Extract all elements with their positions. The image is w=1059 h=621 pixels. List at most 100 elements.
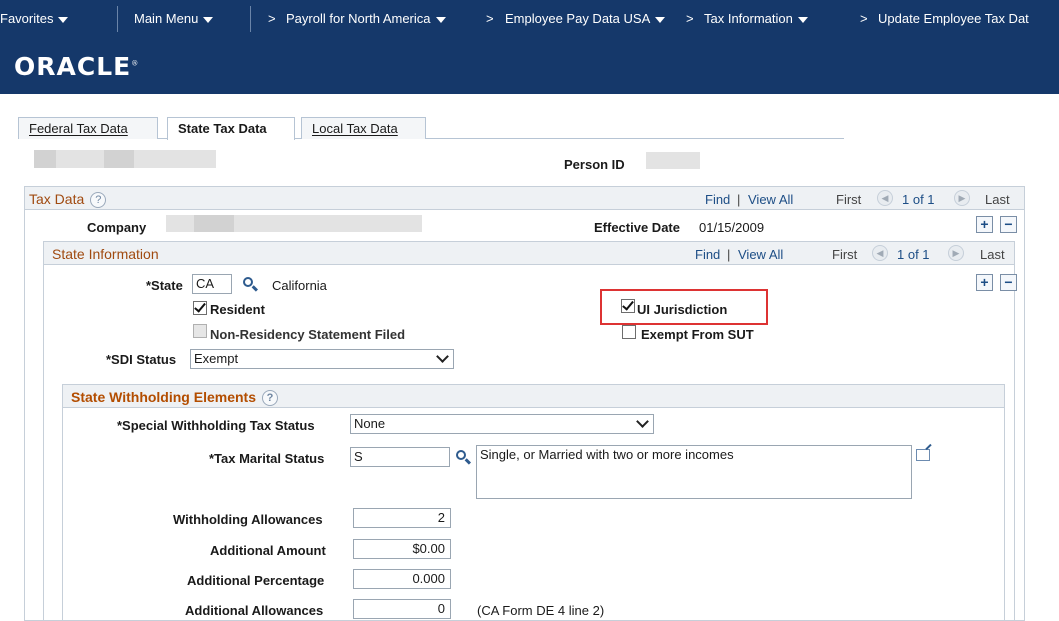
view-all-link[interactable]: View All — [748, 192, 793, 207]
sdi-status-value: Exempt — [194, 351, 239, 366]
previous-icon[interactable]: ◀ — [877, 190, 893, 206]
special-withholding-select[interactable]: None — [350, 414, 654, 434]
nav-divider — [117, 6, 118, 32]
person-id-label: Person ID — [564, 157, 625, 172]
non-residency-checkbox[interactable] — [193, 324, 207, 338]
tab-federal-tax-data[interactable]: Federal Tax Data — [18, 117, 158, 139]
tax-marital-description: Single, or Married with two or more inco… — [476, 445, 912, 499]
pipe-divider: | — [727, 247, 731, 262]
delete-row-button[interactable]: − — [1000, 274, 1017, 291]
additional-allowances-input[interactable]: 0 — [353, 599, 451, 619]
nav-divider — [250, 6, 251, 32]
effective-date-value: 01/15/2009 — [699, 220, 765, 235]
chevron-down-icon — [636, 415, 649, 428]
state-info-title: State Information — [52, 246, 159, 262]
chevron-down-icon — [58, 16, 69, 23]
pager-count: 1 of 1 — [902, 192, 935, 207]
chevron-right-icon: > — [268, 11, 276, 26]
breadcrumb-tax-info[interactable]: Tax Information — [704, 11, 808, 26]
state-description: California — [272, 278, 327, 293]
effective-date-label: Effective Date — [594, 220, 680, 235]
help-icon[interactable]: ? — [90, 192, 107, 209]
additional-percentage-input[interactable]: 0.000 — [353, 569, 451, 589]
tab-local-tax-data[interactable]: Local Tax Data — [301, 117, 426, 139]
chevron-down-icon — [655, 16, 666, 23]
person-id-redacted — [646, 152, 700, 169]
first-label[interactable]: First — [836, 192, 861, 207]
tax-marital-input[interactable]: S — [350, 447, 450, 467]
special-withholding-label: *Special Withholding Tax Status — [117, 418, 315, 433]
state-info-header: State Information Find | View All First … — [43, 241, 1015, 265]
favorites-label: Favorites — [0, 11, 54, 26]
tab-label: State Tax Data — [178, 121, 267, 136]
breadcrumb-label: Employee Pay Data USA — [505, 11, 651, 26]
main-menu[interactable]: Main Menu — [134, 11, 214, 26]
brand-bar: ORACLE® — [0, 38, 1059, 94]
special-withholding-value: None — [354, 416, 386, 431]
additional-allowances-label: Additional Allowances — [185, 603, 324, 618]
state-label: *State — [146, 278, 183, 293]
sdi-status-label: *SDI Status — [106, 352, 177, 367]
resident-label: Resident — [210, 302, 265, 317]
tax-data-header: Tax Data? Find | View All First ◀ 1 of 1… — [24, 186, 1025, 210]
breadcrumb-employee-pay[interactable]: Employee Pay Data USA — [505, 11, 666, 26]
main-menu-label: Main Menu — [134, 11, 199, 26]
additional-amount-input[interactable]: $0.00 — [353, 539, 451, 559]
delete-row-button[interactable]: − — [1000, 216, 1017, 233]
add-row-button[interactable]: + — [976, 216, 993, 233]
company-label: Company — [87, 220, 147, 235]
chevron-down-icon — [436, 350, 449, 363]
state-input[interactable]: CA — [192, 274, 232, 294]
ui-jurisdiction-checkbox[interactable] — [621, 298, 635, 313]
find-link[interactable]: Find — [705, 192, 730, 207]
chevron-right-icon: > — [686, 11, 694, 26]
chevron-right-icon: > — [486, 11, 494, 26]
withholding-allowances-input[interactable]: 2 — [353, 508, 451, 528]
employee-name-redacted — [34, 150, 56, 168]
tax-marital-label: *Tax Marital Status — [209, 451, 325, 466]
withholding-title: State Withholding Elements? — [71, 389, 278, 407]
tab-state-tax-data[interactable]: State Tax Data — [167, 117, 295, 140]
previous-icon[interactable]: ◀ — [872, 245, 888, 261]
search-icon[interactable] — [455, 449, 472, 465]
first-label[interactable]: First — [832, 247, 857, 262]
pager-count: 1 of 1 — [897, 247, 930, 262]
withholding-header: State Withholding Elements? — [62, 384, 1005, 408]
find-link[interactable]: Find — [695, 247, 720, 262]
additional-allowances-note: (CA Form DE 4 line 2) — [477, 603, 605, 618]
withholding-allowances-label: Withholding Allowances — [173, 512, 323, 527]
chevron-down-icon — [797, 16, 808, 23]
employee-name-redacted — [104, 150, 134, 168]
breadcrumb-label: Tax Information — [704, 11, 793, 26]
exempt-sut-checkbox[interactable] — [622, 325, 636, 339]
oracle-logo: ORACLE® — [14, 52, 140, 81]
breadcrumb-payroll[interactable]: Payroll for North America — [286, 11, 446, 26]
tax-data-title: Tax Data? — [29, 191, 107, 209]
pipe-divider: | — [737, 192, 741, 207]
top-nav: Favorites Main Menu > Payroll for North … — [0, 0, 1059, 38]
next-icon[interactable]: ▶ — [948, 245, 964, 261]
breadcrumb-label: Payroll for North America — [286, 11, 431, 26]
chevron-down-icon — [435, 16, 446, 23]
breadcrumb-update-tax[interactable]: Update Employee Tax Dat — [878, 11, 1029, 26]
additional-amount-label: Additional Amount — [210, 543, 326, 558]
tab-label: Federal Tax Data — [29, 121, 128, 136]
last-label[interactable]: Last — [980, 247, 1005, 262]
search-icon[interactable] — [242, 276, 259, 292]
help-icon[interactable]: ? — [262, 390, 278, 407]
ui-jurisdiction-label: UI Jurisdiction — [637, 302, 728, 317]
resident-checkbox[interactable] — [193, 300, 207, 315]
favorites-menu[interactable]: Favorites — [0, 11, 69, 26]
next-icon[interactable]: ▶ — [954, 190, 970, 206]
chevron-down-icon — [203, 16, 214, 23]
expand-edit-icon[interactable] — [916, 449, 930, 461]
breadcrumb-label: Update Employee Tax Dat — [878, 11, 1029, 26]
company-redacted — [194, 215, 234, 232]
view-all-link[interactable]: View All — [738, 247, 783, 262]
chevron-right-icon: > — [860, 11, 868, 26]
last-label[interactable]: Last — [985, 192, 1010, 207]
sdi-status-select[interactable]: Exempt — [190, 349, 454, 369]
add-row-button[interactable]: + — [976, 274, 993, 291]
tab-label: Local Tax Data — [312, 121, 398, 136]
exempt-sut-label: Exempt From SUT — [641, 327, 754, 342]
